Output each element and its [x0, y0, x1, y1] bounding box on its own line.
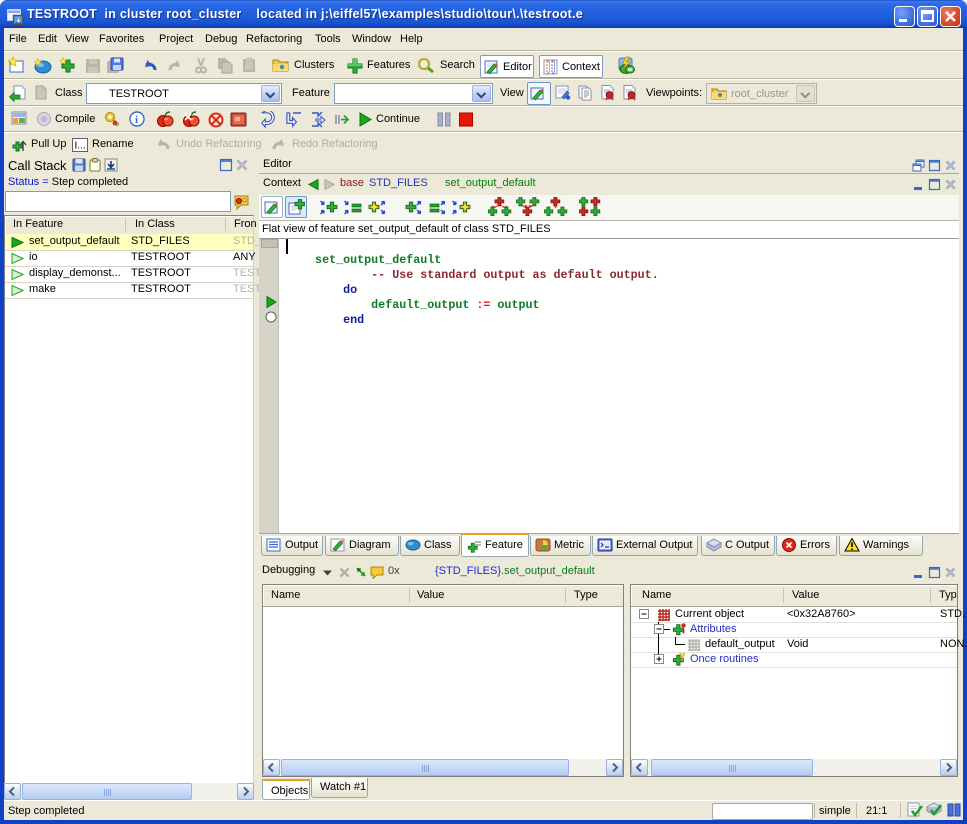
svg-text:I...: I...: [75, 141, 86, 152]
svg-text:i: i: [135, 114, 138, 126]
